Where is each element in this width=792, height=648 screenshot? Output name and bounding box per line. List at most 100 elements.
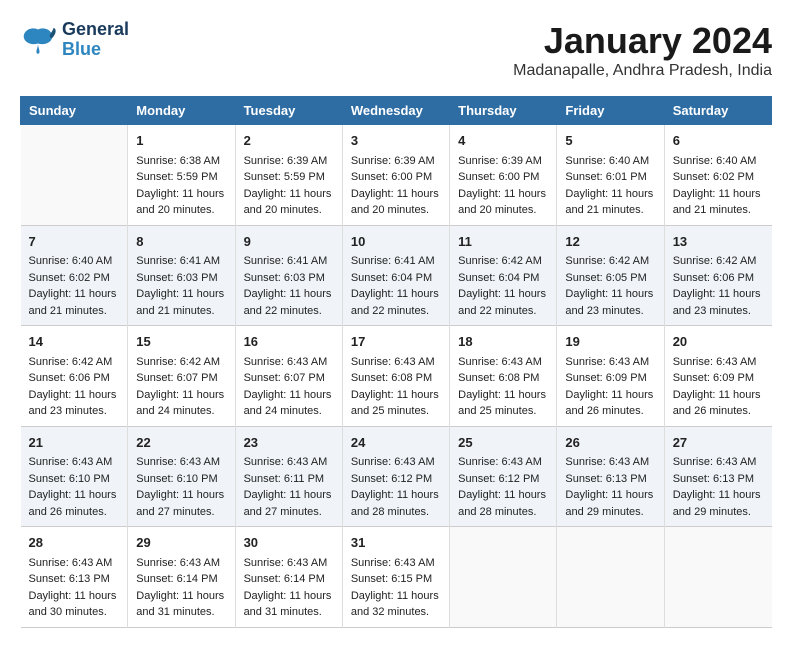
day-content-line: Daylight: 11 hours and 31 minutes.: [136, 588, 226, 621]
day-content-line: Sunrise: 6:43 AM: [244, 555, 334, 572]
day-content-line: Sunset: 6:02 PM: [673, 169, 764, 186]
day-content-line: Daylight: 11 hours and 27 minutes.: [136, 487, 226, 520]
calendar-cell: 2Sunrise: 6:39 AMSunset: 5:59 PMDaylight…: [235, 125, 342, 226]
day-content-line: Sunrise: 6:39 AM: [244, 153, 334, 170]
day-content-line: Sunrise: 6:43 AM: [136, 555, 226, 572]
logo-text-general: General: [62, 20, 129, 40]
day-number: 29: [136, 533, 226, 553]
day-content-line: Sunset: 6:00 PM: [351, 169, 441, 186]
calendar-cell: 20Sunrise: 6:43 AMSunset: 6:09 PMDayligh…: [664, 326, 771, 427]
day-content-line: Daylight: 11 hours and 20 minutes.: [136, 186, 226, 219]
day-content-line: Sunset: 6:09 PM: [565, 370, 655, 387]
day-content-line: Sunset: 6:01 PM: [565, 169, 655, 186]
day-content-line: Sunset: 6:00 PM: [458, 169, 548, 186]
day-content-line: Daylight: 11 hours and 22 minutes.: [351, 286, 441, 319]
day-content-line: Daylight: 11 hours and 27 minutes.: [244, 487, 334, 520]
day-content-line: Sunrise: 6:39 AM: [458, 153, 548, 170]
day-content-line: Sunset: 6:02 PM: [29, 270, 120, 287]
calendar-cell: [21, 125, 128, 226]
calendar-cell: 8Sunrise: 6:41 AMSunset: 6:03 PMDaylight…: [128, 225, 235, 326]
calendar-cell: 17Sunrise: 6:43 AMSunset: 6:08 PMDayligh…: [342, 326, 449, 427]
calendar-cell: 1Sunrise: 6:38 AMSunset: 5:59 PMDaylight…: [128, 125, 235, 226]
day-content-line: Sunrise: 6:43 AM: [673, 354, 764, 371]
day-content-line: Daylight: 11 hours and 21 minutes.: [673, 186, 764, 219]
day-content-line: Daylight: 11 hours and 29 minutes.: [673, 487, 764, 520]
day-content-line: Sunrise: 6:40 AM: [673, 153, 764, 170]
day-number: 28: [29, 533, 120, 553]
calendar-cell: 15Sunrise: 6:42 AMSunset: 6:07 PMDayligh…: [128, 326, 235, 427]
calendar-cell: 13Sunrise: 6:42 AMSunset: 6:06 PMDayligh…: [664, 225, 771, 326]
day-content-line: Daylight: 11 hours and 23 minutes.: [29, 387, 120, 420]
day-content-line: Daylight: 11 hours and 24 minutes.: [244, 387, 334, 420]
calendar-cell: 18Sunrise: 6:43 AMSunset: 6:08 PMDayligh…: [450, 326, 557, 427]
calendar-cell: 9Sunrise: 6:41 AMSunset: 6:03 PMDaylight…: [235, 225, 342, 326]
month-title: January 2024: [513, 20, 772, 62]
day-content-line: Sunrise: 6:42 AM: [673, 253, 764, 270]
calendar-cell: 10Sunrise: 6:41 AMSunset: 6:04 PMDayligh…: [342, 225, 449, 326]
title-block: January 2024 Madanapalle, Andhra Pradesh…: [513, 20, 772, 80]
day-content-line: Sunset: 6:07 PM: [136, 370, 226, 387]
day-number: 19: [565, 332, 655, 352]
calendar-cell: 24Sunrise: 6:43 AMSunset: 6:12 PMDayligh…: [342, 426, 449, 527]
day-number: 5: [565, 131, 655, 151]
day-content-line: Sunrise: 6:43 AM: [136, 454, 226, 471]
day-content-line: Sunset: 6:10 PM: [29, 471, 120, 488]
day-content-line: Sunset: 6:15 PM: [351, 571, 441, 588]
day-content-line: Sunset: 6:09 PM: [673, 370, 764, 387]
day-content-line: Daylight: 11 hours and 25 minutes.: [351, 387, 441, 420]
day-content-line: Daylight: 11 hours and 20 minutes.: [244, 186, 334, 219]
day-content-line: Daylight: 11 hours and 21 minutes.: [136, 286, 226, 319]
day-content-line: Sunset: 6:10 PM: [136, 471, 226, 488]
day-content-line: Sunrise: 6:43 AM: [351, 454, 441, 471]
day-content-line: Sunrise: 6:41 AM: [136, 253, 226, 270]
calendar-cell: 12Sunrise: 6:42 AMSunset: 6:05 PMDayligh…: [557, 225, 664, 326]
day-content-line: Sunrise: 6:42 AM: [458, 253, 548, 270]
day-content-line: Sunrise: 6:43 AM: [29, 454, 120, 471]
day-content-line: Daylight: 11 hours and 26 minutes.: [29, 487, 120, 520]
day-content-line: Daylight: 11 hours and 22 minutes.: [458, 286, 548, 319]
day-content-line: Sunrise: 6:43 AM: [29, 555, 120, 572]
day-number: 26: [565, 433, 655, 453]
day-content-line: Sunrise: 6:43 AM: [458, 454, 548, 471]
day-number: 1: [136, 131, 226, 151]
logo-text-blue: Blue: [62, 40, 129, 60]
day-content-line: Daylight: 11 hours and 31 minutes.: [244, 588, 334, 621]
day-content-line: Sunset: 6:13 PM: [29, 571, 120, 588]
day-content-line: Daylight: 11 hours and 32 minutes.: [351, 588, 441, 621]
day-number: 4: [458, 131, 548, 151]
day-content-line: Sunset: 6:14 PM: [136, 571, 226, 588]
day-content-line: Sunset: 6:13 PM: [565, 471, 655, 488]
calendar-cell: 16Sunrise: 6:43 AMSunset: 6:07 PMDayligh…: [235, 326, 342, 427]
day-number: 22: [136, 433, 226, 453]
calendar-week-row: 1Sunrise: 6:38 AMSunset: 5:59 PMDaylight…: [21, 125, 772, 226]
day-number: 7: [29, 232, 120, 252]
day-number: 14: [29, 332, 120, 352]
day-content-line: Daylight: 11 hours and 23 minutes.: [565, 286, 655, 319]
day-content-line: Daylight: 11 hours and 21 minutes.: [29, 286, 120, 319]
calendar-cell: 26Sunrise: 6:43 AMSunset: 6:13 PMDayligh…: [557, 426, 664, 527]
day-content-line: Daylight: 11 hours and 20 minutes.: [458, 186, 548, 219]
day-content-line: Sunrise: 6:43 AM: [244, 354, 334, 371]
day-number: 10: [351, 232, 441, 252]
day-number: 3: [351, 131, 441, 151]
logo-icon: [20, 26, 56, 54]
weekday-header-monday: Monday: [128, 97, 235, 125]
day-content-line: Sunrise: 6:43 AM: [351, 555, 441, 572]
day-content-line: Sunrise: 6:43 AM: [351, 354, 441, 371]
day-content-line: Sunrise: 6:42 AM: [565, 253, 655, 270]
location-subtitle: Madanapalle, Andhra Pradesh, India: [513, 62, 772, 80]
calendar-table: SundayMondayTuesdayWednesdayThursdayFrid…: [20, 96, 772, 628]
day-content-line: Sunrise: 6:39 AM: [351, 153, 441, 170]
day-content-line: Sunrise: 6:41 AM: [244, 253, 334, 270]
day-content-line: Sunset: 6:12 PM: [458, 471, 548, 488]
calendar-cell: 6Sunrise: 6:40 AMSunset: 6:02 PMDaylight…: [664, 125, 771, 226]
day-content-line: Daylight: 11 hours and 24 minutes.: [136, 387, 226, 420]
day-number: 30: [244, 533, 334, 553]
day-content-line: Sunset: 5:59 PM: [136, 169, 226, 186]
calendar-week-row: 21Sunrise: 6:43 AMSunset: 6:10 PMDayligh…: [21, 426, 772, 527]
calendar-cell: 4 Sunrise: 6:39 AMSunset: 6:00 PMDaylight…: [450, 125, 557, 226]
day-content-line: Sunset: 6:07 PM: [244, 370, 334, 387]
calendar-week-row: 7Sunrise: 6:40 AMSunset: 6:02 PMDaylight…: [21, 225, 772, 326]
day-content-line: Sunset: 6:04 PM: [458, 270, 548, 287]
weekday-header-sunday: Sunday: [21, 97, 128, 125]
